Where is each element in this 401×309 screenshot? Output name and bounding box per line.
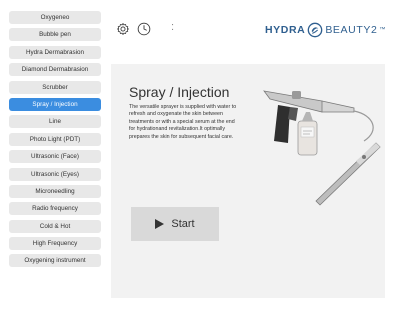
sidebar-item-line[interactable]: Line — [9, 115, 101, 129]
sidebar-item-photo-light[interactable]: Photo Light (PDT) — [9, 132, 101, 146]
sidebar-item-diamond-dermabrasion[interactable]: Diamond Dermabrasion — [9, 63, 101, 77]
description-text: The versatile sprayer is supplied with w… — [129, 104, 237, 140]
brand-logo: HYDRA BEAUTY2 ™ — [265, 22, 386, 38]
play-icon — [155, 219, 165, 229]
spray-device-image — [263, 90, 381, 206]
brand-trademark: ™ — [379, 27, 386, 33]
sidebar-item-microneedling[interactable]: Microneedling — [9, 184, 101, 198]
sidebar-item-high-frequency[interactable]: High Frequency — [9, 237, 101, 251]
sidebar-item-oxygeneo[interactable]: Oxygeneo — [9, 11, 101, 24]
brand-logo-icon — [307, 22, 323, 38]
start-button[interactable]: Start — [131, 207, 219, 241]
sidebar: Oxygeneo Bubble pen Hydra Dermabrasion D… — [9, 11, 101, 272]
sidebar-item-bubble-pen[interactable]: Bubble pen — [9, 28, 101, 42]
sidebar-item-radio-frequency[interactable]: Radio frequency — [9, 202, 101, 216]
sidebar-item-hydra-dermabrasion[interactable]: Hydra Dermabrasion — [9, 45, 101, 59]
sidebar-item-scrubber[interactable]: Scrubber — [9, 80, 101, 94]
sidebar-item-oxygening-instrument[interactable]: Oxygening instrument — [9, 254, 101, 268]
sidebar-item-ultrasonic-face[interactable]: Ultrasonic (Face) — [9, 150, 101, 164]
gear-icon[interactable] — [116, 22, 130, 36]
sidebar-item-ultrasonic-eyes[interactable]: Ultrasonic (Eyes) — [9, 167, 101, 181]
clock-icon[interactable] — [137, 22, 151, 36]
brand-subname: BEAUTY2 — [325, 24, 378, 36]
brand-name: HYDRA — [264, 24, 306, 36]
start-label: Start — [171, 218, 195, 230]
sidebar-item-cold-hot[interactable]: Cold & Hot — [9, 219, 101, 233]
menu-glyph[interactable]: : — [171, 21, 174, 33]
sidebar-item-spray-injection[interactable]: Spray / Injection — [9, 97, 101, 111]
content-panel: Spray / Injection The versatile sprayer … — [111, 64, 385, 298]
page-title: Spray / Injection — [129, 84, 230, 100]
